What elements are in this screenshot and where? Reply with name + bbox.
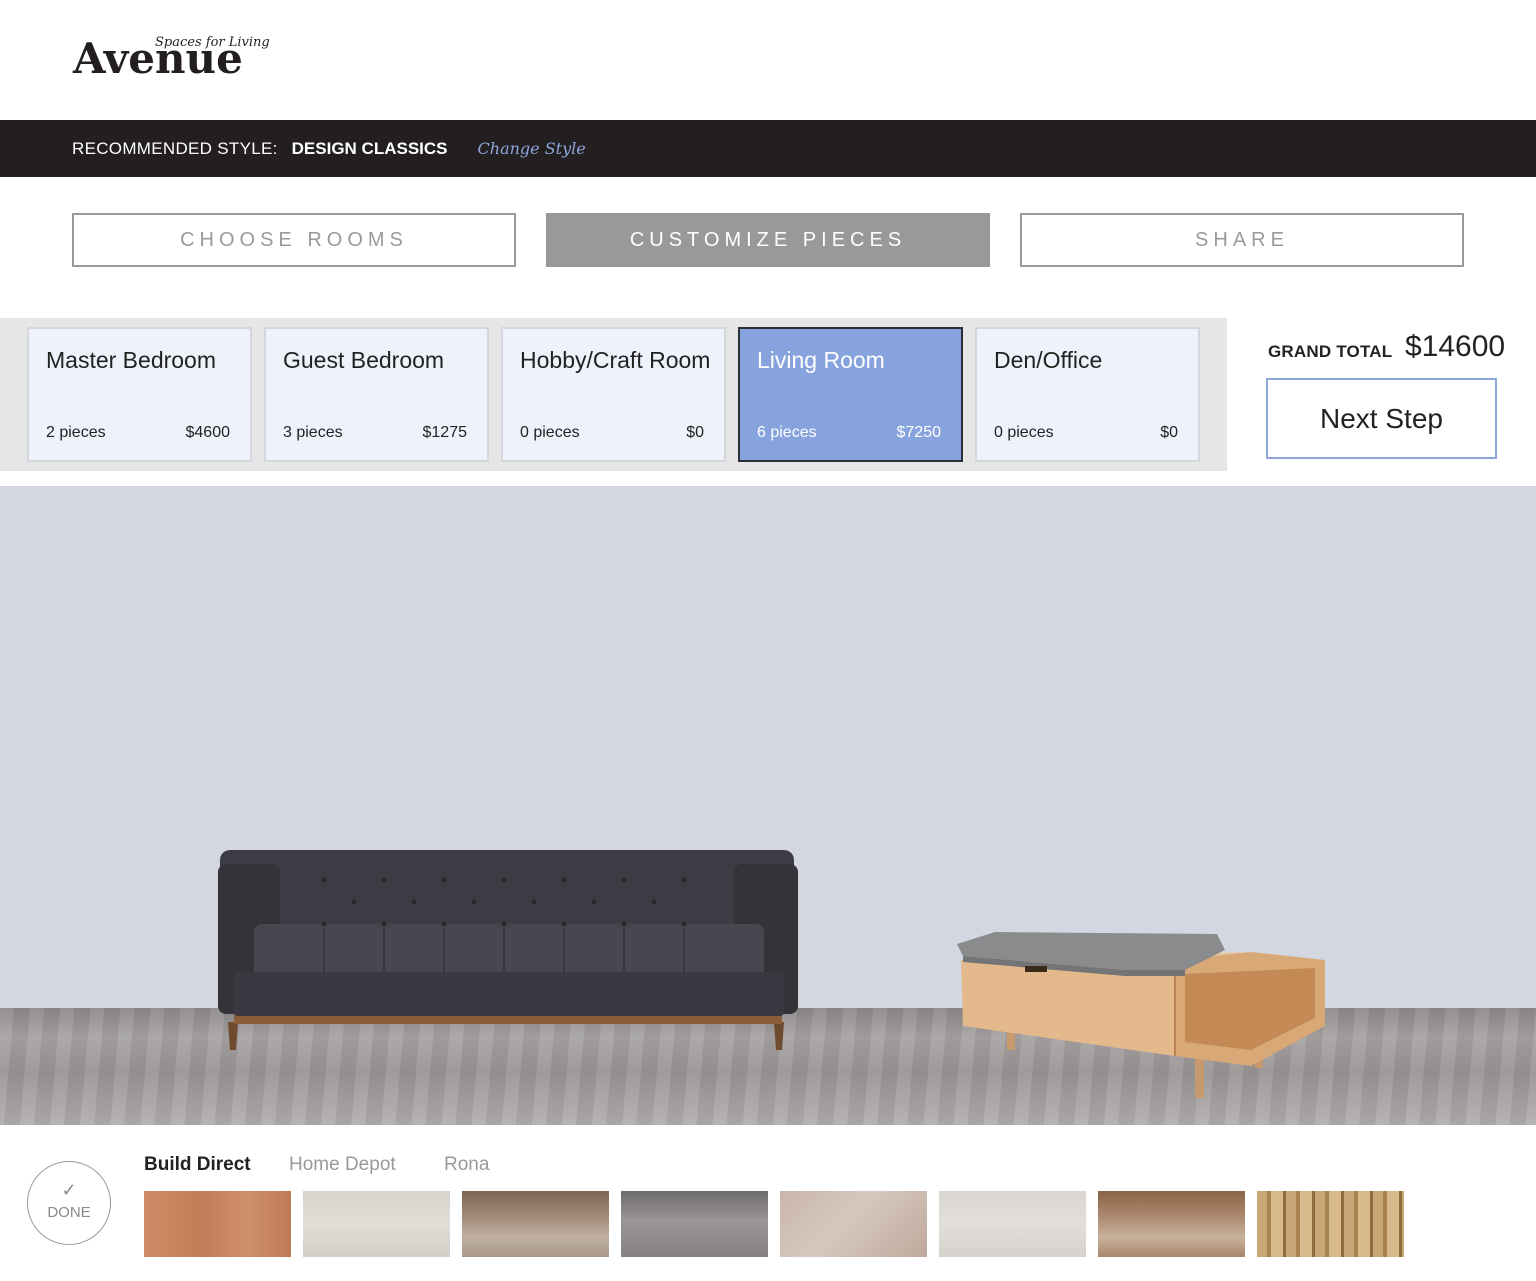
grand-total-value: $14600 (1405, 330, 1506, 363)
room-name: Guest Bedroom (283, 347, 445, 373)
storage-bench-image[interactable] (955, 930, 1327, 1105)
recommended-style-value: DESIGN CLASSICS (291, 138, 448, 158)
done-button[interactable]: ✓ DONE (27, 1161, 111, 1245)
floor-swatch-off-white-carpet[interactable] (939, 1191, 1086, 1257)
room-price: $0 (1160, 424, 1178, 441)
room-card-living-room[interactable]: Living Room 6 pieces $7250 (738, 327, 963, 462)
room-pieces: 0 pieces (994, 424, 1054, 441)
room-price: $0 (686, 424, 704, 441)
room-name: Hobby/Craft Room (520, 347, 711, 373)
room-card-master-bedroom[interactable]: Master Bedroom 2 pieces $4600 (27, 327, 252, 462)
done-label: DONE (47, 1204, 91, 1221)
vendor-tab-home-depot[interactable]: Home Depot (289, 1154, 396, 1176)
step-share[interactable]: SHARE (1020, 213, 1464, 267)
step-choose-rooms[interactable]: CHOOSE ROOMS (72, 213, 516, 267)
grand-total-label: GRAND TOTAL (1268, 342, 1393, 361)
floor-swatch-medium-oak[interactable] (462, 1191, 609, 1257)
recommended-style-label: RECOMMENDED STYLE: (72, 138, 278, 158)
step-customize-pieces[interactable]: CUSTOMIZE PIECES (546, 213, 990, 267)
change-style-link[interactable]: Change Style (478, 139, 586, 158)
brand-logo[interactable]: Spaces for Living Avenue (73, 30, 273, 90)
room-price: $4600 (185, 424, 231, 441)
rooms-strip: Master Bedroom 2 pieces $4600 Guest Bedr… (0, 318, 1227, 471)
room-scene (0, 486, 1536, 1125)
room-pieces: 3 pieces (283, 424, 343, 441)
floor-swatch-white-carpet[interactable] (303, 1191, 450, 1257)
next-step-button[interactable]: Next Step (1266, 378, 1497, 459)
room-card-hobby-craft-room[interactable]: Hobby/Craft Room 0 pieces $0 (501, 327, 726, 462)
sofa-image[interactable] (214, 844, 800, 1054)
room-card-den-office[interactable]: Den/Office 0 pieces $0 (975, 327, 1200, 462)
brand-name: Avenue (73, 34, 243, 83)
vendor-tab-build-direct[interactable]: Build Direct (144, 1154, 251, 1176)
room-name: Den/Office (994, 347, 1103, 373)
room-pieces: 0 pieces (520, 424, 580, 441)
floor-swatch-light-cherry[interactable] (144, 1191, 291, 1257)
room-name: Living Room (757, 347, 885, 373)
room-price: $7250 (896, 424, 942, 441)
room-price: $1275 (422, 424, 468, 441)
room-pieces: 6 pieces (757, 424, 817, 441)
check-icon: ✓ (61, 1180, 77, 1200)
room-pieces: 2 pieces (46, 424, 106, 441)
room-card-guest-bedroom[interactable]: Guest Bedroom 3 pieces $1275 (264, 327, 489, 462)
floor-swatch-warm-oak[interactable] (1098, 1191, 1245, 1257)
floor-swatch-distressed-pine[interactable] (1257, 1191, 1404, 1257)
recommended-style-bar: RECOMMENDED STYLE: DESIGN CLASSICS Chang… (0, 120, 1536, 177)
vendor-tab-rona[interactable]: Rona (444, 1154, 489, 1176)
floor-swatch-grey-concrete[interactable] (621, 1191, 768, 1257)
room-name: Master Bedroom (46, 347, 217, 373)
floor-swatch-beige-marble[interactable] (780, 1191, 927, 1257)
